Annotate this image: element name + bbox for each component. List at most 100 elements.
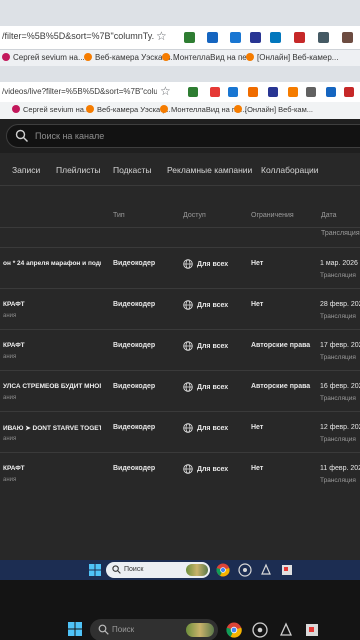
extension-icon[interactable] xyxy=(270,32,281,43)
app-icon[interactable] xyxy=(278,622,294,638)
video-title[interactable]: УЛСА СТРЕМЕОВ БУДИТ МНОГ... xyxy=(3,383,101,390)
tab-podcasts[interactable]: Подкасты xyxy=(113,165,152,175)
row-kind: Трансляция xyxy=(320,477,356,484)
extension-icon[interactable] xyxy=(288,87,298,97)
column-header-access[interactable]: Доступ xyxy=(183,212,206,219)
system-search[interactable]: Поиск xyxy=(90,619,218,640)
video-title[interactable]: ИВАЮ ➤ DONT STARVE TOGET... xyxy=(3,424,101,432)
windows-start-icon[interactable] xyxy=(89,564,101,576)
globe-icon xyxy=(183,382,193,392)
globe-icon xyxy=(183,300,193,310)
search-icon xyxy=(98,624,109,635)
row-date: 12 февр. 2026 xyxy=(320,424,360,431)
extension-icon[interactable] xyxy=(294,32,305,43)
taskbar-search-label: Поиск xyxy=(124,566,144,573)
video-subtitle: ания xyxy=(3,313,17,319)
taskbar-search[interactable]: Поиск xyxy=(106,562,210,578)
row-access-label: Для всех xyxy=(197,384,229,391)
extension-icon[interactable] xyxy=(250,32,261,43)
bookmark-star-icon[interactable]: ☆ xyxy=(156,29,167,43)
row-restrictions: Нет xyxy=(251,424,264,431)
tab-playlists[interactable]: Плейлисты xyxy=(56,165,101,175)
column-header-type[interactable]: Тип xyxy=(113,212,125,219)
search-placeholder: Поиск на канале xyxy=(35,131,105,141)
app-icon[interactable] xyxy=(252,622,268,638)
row-date: 17 февр. 2026 xyxy=(320,342,360,349)
row-access[interactable]: Для всех xyxy=(183,423,228,433)
chrome-icon[interactable] xyxy=(216,563,230,577)
bookmark-item[interactable]: Сергей sevium на... xyxy=(2,53,85,62)
tab-recordings[interactable]: Записи xyxy=(12,165,40,175)
row-access-label: Для всех xyxy=(197,261,229,268)
app-icon[interactable] xyxy=(280,563,294,577)
row-access-label: Для всех xyxy=(197,466,229,473)
row-access[interactable]: Для всех xyxy=(183,259,228,269)
bookmark-item[interactable]: Веб-камера Уэска |... xyxy=(86,105,171,114)
address-bar[interactable]: /videos/live?filter=%5B%5D&sort=%7B"colu… xyxy=(0,82,360,102)
app-icon[interactable] xyxy=(238,563,252,577)
row-type: Видеокодер xyxy=(113,383,156,390)
row-restrictions: Авторские права xyxy=(251,342,311,349)
windows-start-icon[interactable] xyxy=(68,622,82,636)
row-date: 28 февр. 2026 xyxy=(320,301,360,308)
extension-icon[interactable] xyxy=(230,32,241,43)
extension-icon[interactable] xyxy=(207,32,218,43)
extension-icon[interactable] xyxy=(344,87,354,97)
background-address-bar[interactable]: /filter=%5B%5D&sort=%7B"columnTy... ☆ xyxy=(0,26,360,50)
bookmark-item[interactable]: МонтеллаВид на пе... xyxy=(162,53,253,62)
column-header-restrictions[interactable]: Ограничения xyxy=(251,212,294,219)
video-subtitle: ания xyxy=(3,477,17,483)
row-date: 16 февр. 2026 xyxy=(320,383,360,390)
extension-icon[interactable] xyxy=(184,32,195,43)
table-row[interactable]: ИВАЮ ➤ DONT STARVE TOGET... ания Видеокоде… xyxy=(0,411,360,451)
app-icon[interactable] xyxy=(259,563,273,577)
table-row[interactable]: КРАФТ ания Видеокодер Для всех Авторские пра… xyxy=(0,329,360,369)
extension-icon[interactable] xyxy=(342,32,353,43)
chrome-icon[interactable] xyxy=(226,622,242,638)
globe-icon xyxy=(183,259,193,269)
row-kind: Трансляция xyxy=(320,354,356,361)
video-title[interactable]: КРАФТ xyxy=(3,301,101,308)
search-icon xyxy=(15,129,28,142)
row-access[interactable]: Для всех xyxy=(183,341,228,351)
row-access[interactable]: Для всех xyxy=(183,300,228,310)
extension-icon[interactable] xyxy=(188,87,198,97)
table-row[interactable]: КРАФТ ания Видеокодер Для всех Нет 11 февр. 2… xyxy=(0,452,360,492)
studio-topbar: Поиск на канале xyxy=(0,119,360,153)
extension-icon[interactable] xyxy=(210,87,220,97)
row-access-label: Для всех xyxy=(197,425,229,432)
video-title[interactable]: он * 24 апреля марафон и подг... xyxy=(3,260,101,267)
extension-icon[interactable] xyxy=(326,87,336,97)
background-address-url[interactable]: /filter=%5B%5D&sort=%7B"columnTy... xyxy=(2,31,154,41)
tab-collaborations[interactable]: Коллаборации xyxy=(261,165,319,175)
row-kind: Трансляция xyxy=(320,436,356,443)
row-access[interactable]: Для всех xyxy=(183,382,228,392)
bookmark-item[interactable]: [Онлайн] Веб-кам... xyxy=(234,105,313,114)
extension-icon[interactable] xyxy=(318,32,329,43)
video-subtitle: ания xyxy=(3,354,17,360)
channel-search-input[interactable]: Поиск на канале xyxy=(6,124,360,148)
tab-ad-campaigns[interactable]: Рекламные кампании xyxy=(167,165,252,175)
table-row[interactable]: УЛСА СТРЕМЕОВ БУДИТ МНОГ... ания Видеокоде… xyxy=(0,370,360,410)
bookmark-star-icon[interactable]: ☆ xyxy=(160,84,171,98)
video-title[interactable]: КРАФТ xyxy=(3,342,101,349)
content-tabs: Записи Плейлисты Подкасты Рекламные камп… xyxy=(0,157,360,183)
extension-icon[interactable] xyxy=(228,87,238,97)
extension-icon[interactable] xyxy=(306,87,316,97)
extension-icon[interactable] xyxy=(248,87,258,97)
extension-icon[interactable] xyxy=(268,87,278,97)
app-icon[interactable] xyxy=(304,622,320,638)
row-restrictions: Нет xyxy=(251,301,264,308)
row-restrictions: Авторские права xyxy=(251,383,311,390)
row-type: Видеокодер xyxy=(113,424,156,431)
column-header-date[interactable]: Дата xyxy=(321,212,337,219)
video-title[interactable]: КРАФТ xyxy=(3,465,101,472)
address-url[interactable]: /videos/live?filter=%5B%5D&sort=%7B"colu… xyxy=(2,87,157,96)
divider xyxy=(0,227,360,228)
row-access[interactable]: Для всех xyxy=(183,464,228,474)
bookmark-item[interactable]: Сергей sevium на... xyxy=(12,105,90,114)
table-row[interactable]: КРАФТ ания Видеокодер Для всех Нет 28 февр. 2… xyxy=(0,288,360,328)
bookmark-item[interactable]: [Онлайн] Веб-камер... xyxy=(246,53,338,62)
background-browser-window: /filter=%5B%5D&sort=%7B"columnTy... ☆ Се… xyxy=(0,0,360,93)
table-row[interactable]: он * 24 апреля марафон и подг... Видеокод… xyxy=(0,247,360,287)
